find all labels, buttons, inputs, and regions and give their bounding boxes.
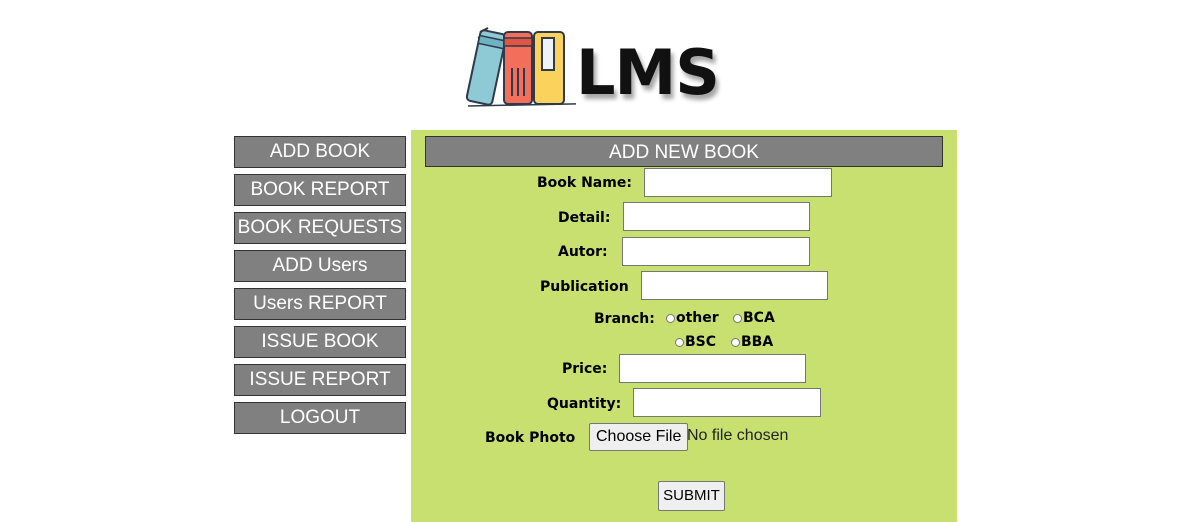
branch-option-label: BBA	[741, 334, 774, 350]
sidebar-item-book-report[interactable]: BOOK REPORT	[234, 174, 406, 206]
add-book-form-panel: ADD NEW BOOK Book Name: Detail: Autor: P…	[411, 130, 957, 522]
radio-icon[interactable]	[731, 337, 740, 347]
sidebar-item-users-report[interactable]: Users REPORT	[234, 288, 406, 320]
branch-option-other[interactable]: other	[666, 310, 719, 326]
books-icon	[465, 27, 576, 107]
publication-label: Publication	[540, 279, 629, 295]
price-label: Price:	[562, 361, 608, 377]
quantity-input[interactable]	[633, 388, 821, 417]
file-status-text: No file chosen	[687, 427, 789, 444]
radio-icon[interactable]	[733, 313, 742, 323]
sidebar-item-logout[interactable]: LOGOUT	[234, 402, 406, 434]
sidebar-item-book-requests[interactable]: BOOK REQUESTS	[234, 212, 406, 244]
choose-file-button[interactable]: Choose File	[589, 423, 689, 451]
book-name-input[interactable]	[644, 168, 832, 197]
book-photo-label: Book Photo	[485, 430, 576, 446]
book-name-label: Book Name:	[537, 175, 632, 191]
sidebar-item-add-book[interactable]: ADD BOOK	[234, 136, 406, 168]
branch-option-label: other	[676, 310, 719, 326]
sidebar-nav: ADD BOOK BOOK REPORT BOOK REQUESTS ADD U…	[234, 136, 406, 440]
branch-label: Branch:	[594, 311, 655, 327]
price-input[interactable]	[619, 354, 806, 383]
quantity-label: Quantity:	[547, 396, 622, 412]
sidebar-item-issue-report[interactable]: ISSUE REPORT	[234, 364, 406, 396]
branch-option-bca[interactable]: BCA	[733, 310, 775, 326]
author-label: Autor:	[558, 244, 608, 260]
sidebar-item-issue-book[interactable]: ISSUE BOOK	[234, 326, 406, 358]
branch-option-label: BCA	[743, 310, 775, 326]
branch-option-bba[interactable]: BBA	[731, 334, 773, 350]
form-title: ADD NEW BOOK	[425, 136, 943, 167]
branch-option-bsc[interactable]: BSC	[675, 334, 716, 350]
radio-icon[interactable]	[666, 313, 675, 323]
branch-option-label: BSC	[685, 334, 717, 350]
lms-logo: LMS	[458, 24, 738, 112]
submit-button[interactable]: SUBMIT	[658, 481, 725, 511]
author-input[interactable]	[622, 237, 810, 266]
detail-label: Detail:	[558, 210, 611, 226]
detail-input[interactable]	[623, 202, 810, 231]
logo-text: LMS	[576, 36, 720, 109]
sidebar-item-add-users[interactable]: ADD Users	[234, 250, 406, 282]
publication-input[interactable]	[641, 271, 828, 300]
radio-icon[interactable]	[675, 337, 684, 347]
